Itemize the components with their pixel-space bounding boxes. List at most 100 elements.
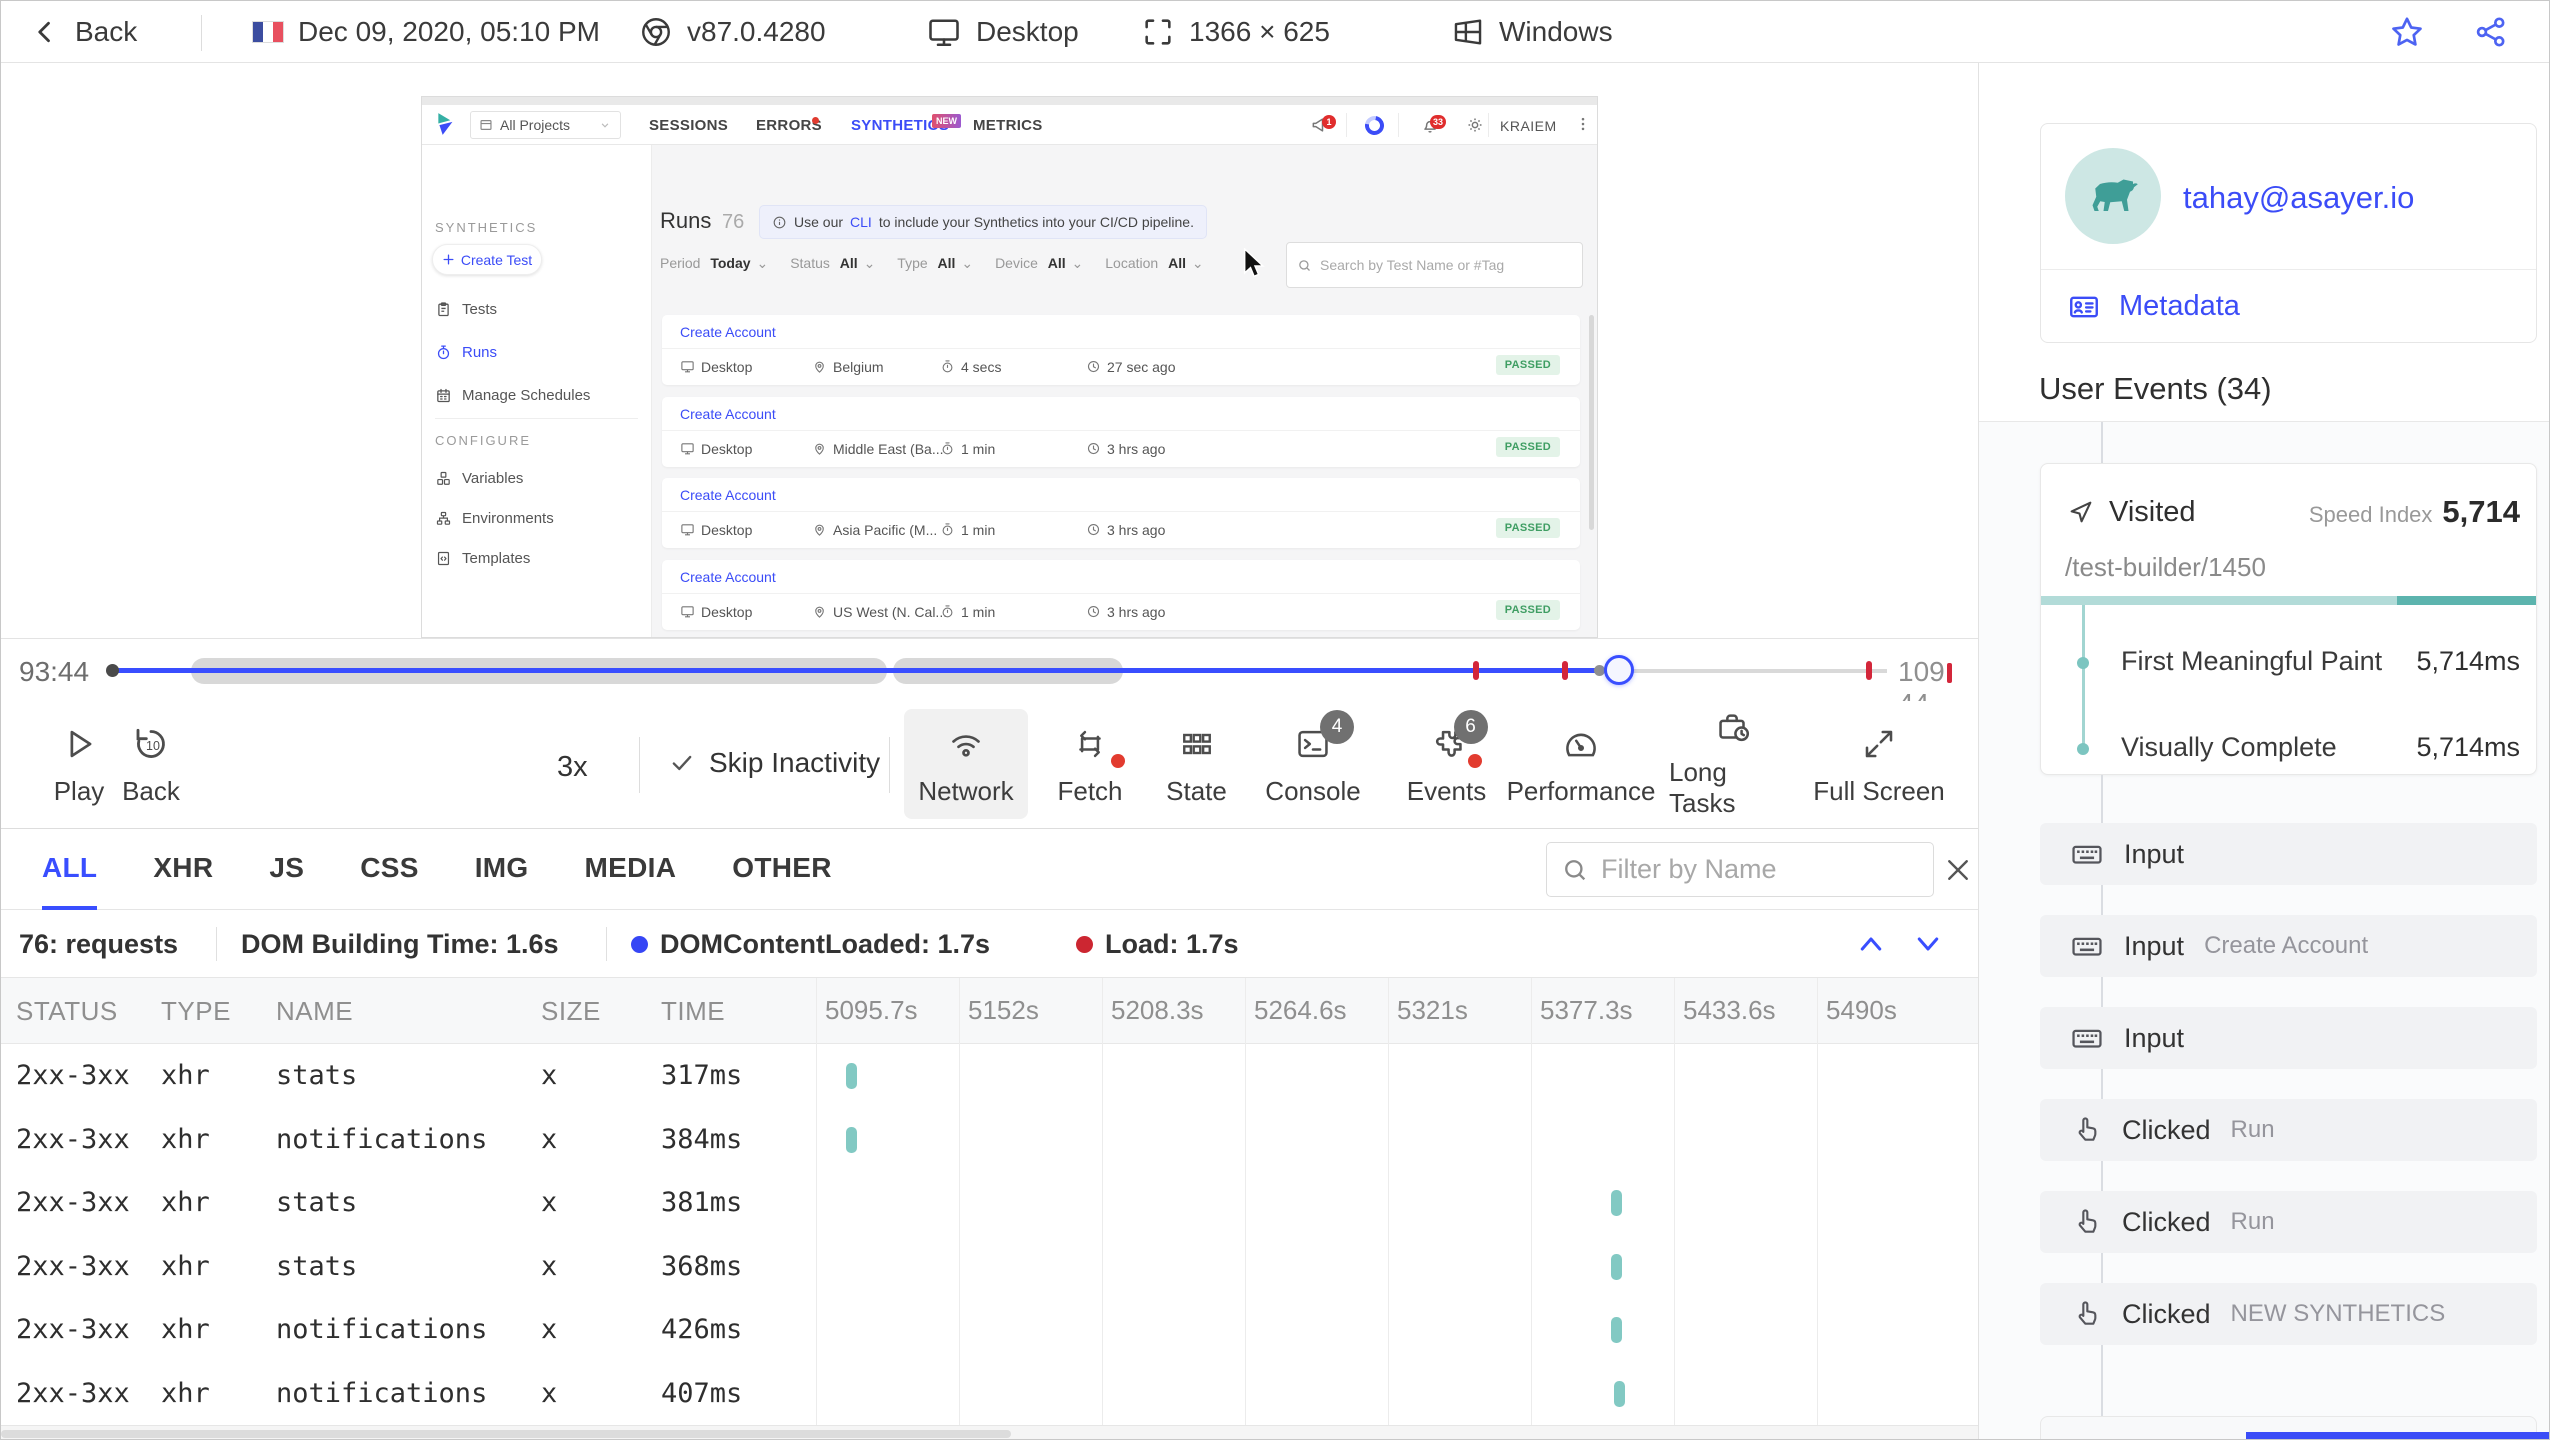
- user-event-card[interactable]: Input: [2040, 823, 2537, 885]
- long-tasks-panel-button[interactable]: Long Tasks: [1669, 709, 1799, 819]
- run-card[interactable]: Create Account Desktop Middle East (Ba..…: [662, 397, 1580, 467]
- run-name-link[interactable]: Create Account: [680, 569, 776, 585]
- user-email-link[interactable]: tahay@asayer.io: [2183, 180, 2414, 216]
- fetch-panel-button[interactable]: Fetch: [1044, 709, 1136, 819]
- sidebar-item-runs[interactable]: Runs: [435, 344, 497, 361]
- request-row[interactable]: 2xx-3xx xhr notifications x 407ms: [1, 1362, 1978, 1426]
- filter-input[interactable]: [1601, 854, 1919, 885]
- scrollbar-thumb[interactable]: [1, 1430, 1011, 1438]
- filter-box[interactable]: [1546, 842, 1934, 897]
- sidebar-item-templates[interactable]: Templates: [435, 550, 530, 567]
- filter-dropdown[interactable]: Period Today ⌄: [660, 255, 768, 272]
- network-panel-button[interactable]: Network: [904, 709, 1028, 819]
- search-icon: [1561, 856, 1589, 884]
- run-name-link[interactable]: Create Account: [680, 406, 776, 422]
- sidebar-item-tests[interactable]: Tests: [435, 301, 497, 318]
- tab-metrics[interactable]: METRICS: [973, 105, 1043, 145]
- location-pin-icon: [815, 361, 824, 373]
- metadata-button[interactable]: Metadata: [2041, 270, 2536, 343]
- request-time: 407ms: [661, 1377, 743, 1409]
- run-card[interactable]: Create Account Desktop Asia Pacific (M..…: [662, 478, 1580, 548]
- run-name-link[interactable]: Create Account: [680, 324, 776, 340]
- run-name-link[interactable]: Create Account: [680, 487, 776, 503]
- create-test-button[interactable]: Create Test: [432, 244, 542, 275]
- user-menu[interactable]: KRAIEM: [1500, 118, 1557, 134]
- play-button[interactable]: Play: [46, 709, 112, 819]
- filter-dropdown[interactable]: Type All ⌄: [897, 255, 973, 272]
- device-info: Desktop: [926, 1, 1079, 63]
- tab-errors[interactable]: ERRORS: [756, 105, 822, 145]
- share-button[interactable]: [2473, 1, 2509, 63]
- error-marker[interactable]: [1866, 661, 1872, 680]
- events-panel-button[interactable]: 6 Events: [1394, 709, 1499, 819]
- check-icon: [669, 750, 695, 776]
- back-10s-button[interactable]: 10 Back: [116, 709, 186, 819]
- filter-dropdown[interactable]: Location All ⌄: [1105, 255, 1203, 272]
- performance-panel-button[interactable]: Performance: [1501, 709, 1661, 819]
- network-tab[interactable]: CSS: [360, 829, 418, 910]
- state-panel-button[interactable]: State: [1149, 709, 1244, 819]
- filter-dropdown[interactable]: Status All ⌄: [790, 255, 875, 272]
- request-waterfall-bar: [1611, 1190, 1622, 1216]
- request-row[interactable]: 2xx-3xx xhr stats x 368ms: [1, 1235, 1978, 1299]
- session-sidebar: tahay@asayer.io Metadata User Events (34…: [1978, 63, 2549, 1439]
- user-event-card[interactable]: Clicked Run: [2040, 1191, 2537, 1253]
- request-row[interactable]: 2xx-3xx xhr notifications x 384ms: [1, 1108, 1978, 1172]
- user-event-card[interactable]: Input Create Account: [2040, 915, 2537, 977]
- user-event-card[interactable]: Clicked NEW SYNTHETICS: [2040, 1283, 2537, 1345]
- sidebar-item-manage-schedules[interactable]: Manage Schedules: [435, 387, 590, 404]
- run-card[interactable]: Create Account Desktop US West (N. Cal..…: [662, 560, 1580, 630]
- sidebar-item-environments[interactable]: Environments: [435, 510, 554, 527]
- network-tab[interactable]: ALL: [42, 829, 98, 910]
- gear-icon[interactable]: [1465, 115, 1485, 135]
- user-event-card[interactable]: Clicked Run: [2040, 1099, 2537, 1161]
- network-tab[interactable]: OTHER: [732, 829, 832, 910]
- run-card[interactable]: Create Account Desktop Belgium 4 secs 27…: [662, 315, 1580, 385]
- request-row[interactable]: 2xx-3xx xhr stats x 381ms: [1, 1171, 1978, 1235]
- network-tab[interactable]: MEDIA: [585, 829, 677, 910]
- app-scrollbar[interactable]: [1589, 315, 1594, 530]
- skip-inactivity-toggle[interactable]: Skip Inactivity: [669, 747, 880, 779]
- sidebar-item-variables[interactable]: Variables: [435, 470, 523, 487]
- project-selector[interactable]: All Projects: [470, 111, 621, 139]
- timeline-remaining[interactable]: [1619, 669, 1887, 673]
- playhead-handle[interactable]: [1604, 655, 1634, 685]
- request-name: notifications: [276, 1123, 488, 1155]
- test-search-input[interactable]: [1320, 257, 1572, 273]
- full-screen-button[interactable]: Full Screen: [1809, 709, 1949, 819]
- hand-pointer-icon: [2070, 1298, 2102, 1330]
- fullscreen-icon: [1861, 722, 1897, 766]
- error-marker[interactable]: [1473, 661, 1479, 680]
- back-button[interactable]: Back: [31, 1, 137, 63]
- tab-sessions[interactable]: SESSIONS: [649, 105, 728, 145]
- test-search-box[interactable]: [1286, 242, 1583, 288]
- network-tab[interactable]: XHR: [153, 829, 213, 910]
- network-tab[interactable]: JS: [269, 829, 304, 910]
- favorite-button[interactable]: [2389, 1, 2425, 63]
- request-row[interactable]: 2xx-3xx xhr notifications x 426ms: [1, 1298, 1978, 1362]
- error-marker[interactable]: [1562, 661, 1568, 680]
- filter-dropdown[interactable]: Device All ⌄: [995, 255, 1083, 272]
- run-filters: Period Today ⌄ Status All ⌄ Type All ⌄ D…: [660, 255, 1204, 272]
- request-waterfall-bar: [846, 1126, 857, 1153]
- jump-next-button[interactable]: [1913, 932, 1943, 956]
- visited-url[interactable]: /test-builder/1450: [2065, 552, 2266, 583]
- horizontal-scrollbar[interactable]: [1, 1425, 1978, 1439]
- visited-event-card[interactable]: Visited Speed Index 5,714 /test-builder/…: [2040, 463, 2537, 775]
- run-location: Asia Pacific (M...: [812, 511, 937, 548]
- request-status: 2xx-3xx: [16, 1377, 130, 1409]
- network-tab[interactable]: IMG: [475, 829, 529, 910]
- speed-index-value: 5,714: [2442, 494, 2520, 529]
- cli-link[interactable]: CLI: [850, 214, 872, 230]
- kebab-menu-icon[interactable]: [1574, 115, 1592, 133]
- console-panel-button[interactable]: 4 Console: [1253, 709, 1373, 819]
- close-panel-button[interactable]: [1943, 855, 1973, 885]
- jump-previous-button[interactable]: [1856, 932, 1886, 956]
- event-connector: [2101, 885, 2103, 915]
- clock-icon: [1087, 442, 1100, 455]
- timeline-progress[interactable]: [112, 668, 1619, 673]
- request-row[interactable]: 2xx-3xx xhr stats x 317ms: [1, 1044, 1978, 1108]
- speed-toggle[interactable]: 3x: [557, 751, 588, 784]
- user-event-card[interactable]: Input: [2040, 1007, 2537, 1069]
- france-flag-icon: [252, 21, 284, 43]
